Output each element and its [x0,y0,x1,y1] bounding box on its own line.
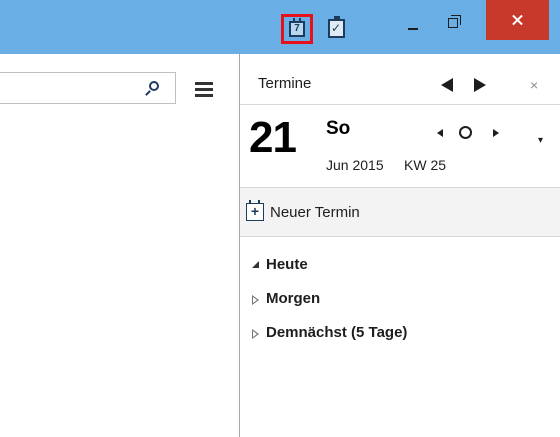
hamburger-menu-icon[interactable] [195,82,213,97]
today-pane-header: Termine × [240,64,560,100]
twisty-collapsed-icon[interactable] [252,295,259,305]
previous-mode-button[interactable] [441,78,453,92]
next-mode-button[interactable] [474,78,486,92]
close-window-button[interactable] [486,0,549,40]
week-number-label: KW 25 [404,157,447,173]
mini-day: 21 So Jun 2015 KW 25 ▾ [240,104,560,184]
agenda-section-label: Heute [266,256,308,273]
close-pane-button[interactable]: × [530,77,538,93]
agenda-section-label: Morgen [266,290,321,307]
twisty-expanded-icon[interactable] [252,261,259,268]
restore-button[interactable] [440,12,470,36]
tasks-toggle-button[interactable]: ✓ [324,14,356,44]
minimize-button[interactable] [400,18,430,38]
agenda-section-upcoming[interactable]: Demnächst (5 Tage) [240,322,560,350]
weekday-label: So [326,118,351,139]
new-event-button[interactable]: + Neuer Termin [240,187,560,237]
tasks-icon: ✓ [328,16,345,38]
agenda-section-label: Demnächst (5 Tage) [266,324,408,341]
agenda-section-tomorrow[interactable]: Morgen [240,288,560,316]
today-pane-title: Termine [258,75,312,92]
month-year-label: Jun 2015 [326,157,384,173]
previous-day-button[interactable] [437,129,443,137]
calendar-icon-day: 7 [294,23,300,34]
day-number: 21 [249,113,297,162]
today-pane: Termine × 21 So Jun 2015 KW 25 ▾ + Neuer… [239,54,560,437]
new-event-label: Neuer Termin [270,204,360,221]
new-event-icon: + [246,200,264,221]
search-icon[interactable] [143,80,161,98]
today-button[interactable] [459,126,472,139]
calendar-toggle-button[interactable]: 7 [281,14,313,44]
next-day-button[interactable] [493,129,499,137]
twisty-collapsed-icon[interactable] [252,329,259,339]
agenda-section-today[interactable]: Heute [240,254,560,282]
chevron-down-icon[interactable]: ▾ [538,135,543,146]
window-titlebar: 7 ✓ [0,0,560,54]
calendar-icon: 7 [289,18,305,37]
